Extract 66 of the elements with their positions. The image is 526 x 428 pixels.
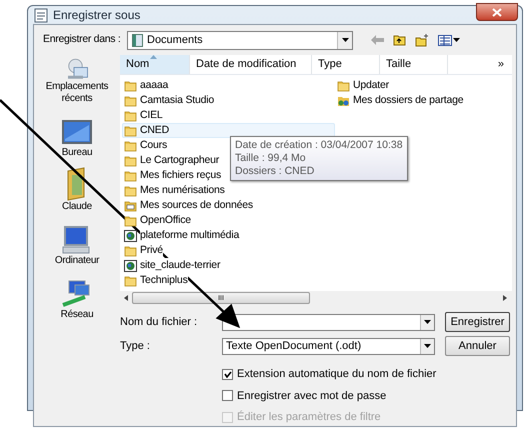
folder-icon — [124, 110, 137, 122]
column-header[interactable]: Taille — [380, 55, 448, 74]
folder-icon — [124, 124, 137, 136]
column-header[interactable]: Nom — [120, 55, 190, 74]
file-type-dropdown[interactable]: Texte OpenDocument (.odt) — [222, 338, 435, 354]
folder-icon — [124, 140, 137, 152]
field-label: Type : — [120, 338, 151, 354]
places-item[interactable]: Emplacements récents — [35, 57, 119, 105]
checkbox-label: Enregistrer avec mot de passe — [237, 388, 386, 404]
field-value: Texte OpenDocument (.odt) — [226, 338, 362, 354]
places-item[interactable]: Ordinateur — [35, 219, 119, 267]
more-columns-button[interactable]: » — [498, 56, 504, 73]
save-document-icon — [34, 8, 48, 22]
tooltip-line: Taille : 99,4 Mo — [235, 152, 307, 165]
checkbox[interactable] — [222, 390, 233, 402]
location-value: Documents — [147, 32, 203, 48]
close-icon — [492, 8, 502, 16]
folder-icon — [124, 94, 137, 106]
folder-icon — [124, 80, 137, 92]
places-item[interactable]: Réseau — [35, 273, 119, 321]
window-title: Enregistrer sous — [53, 7, 140, 24]
cancel-button[interactable]: Annuler — [445, 336, 510, 356]
folder-icon — [124, 244, 137, 256]
desktop-icon — [61, 119, 93, 147]
folder-icon — [124, 214, 137, 226]
places-item[interactable]: Bureau — [35, 111, 119, 159]
folder-icon — [337, 80, 350, 92]
checkbox-label: Éditer les paramètres de filtre — [237, 410, 381, 425]
dropdown-arrow-icon — [424, 344, 431, 348]
folder-icon — [124, 170, 137, 182]
checkbox-label: Extension automatique du nom de fichier — [237, 367, 436, 382]
filename-field[interactable] — [222, 314, 435, 330]
column-header[interactable]: Date de modification — [190, 55, 312, 74]
sort-arrow-icon — [150, 55, 157, 59]
dropdown-arrow-icon — [424, 320, 431, 324]
globe-icon — [124, 230, 137, 242]
globe-icon — [124, 260, 137, 272]
scroll-left-icon[interactable] — [124, 295, 128, 301]
places-item[interactable]: Claude — [35, 165, 119, 213]
file-item[interactable]: CNED — [122, 123, 335, 138]
details-view-icon — [438, 34, 452, 46]
scroll-right-icon[interactable] — [503, 295, 507, 301]
tooltip-line: Date de création : 03/04/2007 10:38 — [235, 139, 403, 152]
close-button[interactable] — [476, 3, 518, 21]
location-dropdown[interactable]: Documents — [127, 30, 353, 50]
folder-icon — [124, 184, 137, 196]
dropdown-button[interactable] — [420, 338, 434, 354]
shared-folder-icon — [337, 94, 350, 106]
view-menu-button[interactable] — [438, 34, 460, 46]
save-button[interactable]: Enregistrer — [445, 312, 510, 332]
dropdown-button[interactable] — [337, 32, 352, 48]
library-icon — [132, 34, 143, 46]
dropdown-arrow-icon — [453, 38, 460, 42]
field-label: Nom du fichier : — [120, 314, 198, 330]
up-folder-icon[interactable] — [393, 34, 406, 46]
checkbox[interactable] — [222, 368, 233, 380]
dropdown-button[interactable] — [420, 314, 434, 330]
dropdown-arrow-icon — [342, 38, 348, 42]
location-label: Enregistrer dans : — [43, 32, 122, 48]
column-header[interactable]: Type — [312, 55, 380, 74]
checkmark-icon — [224, 370, 232, 378]
tooltip-line: Dossiers : CNED — [235, 165, 316, 178]
folder-icon — [124, 274, 137, 286]
folder-icon — [124, 154, 137, 166]
data-folder-icon — [124, 200, 137, 212]
new-folder-icon[interactable] — [415, 34, 429, 46]
